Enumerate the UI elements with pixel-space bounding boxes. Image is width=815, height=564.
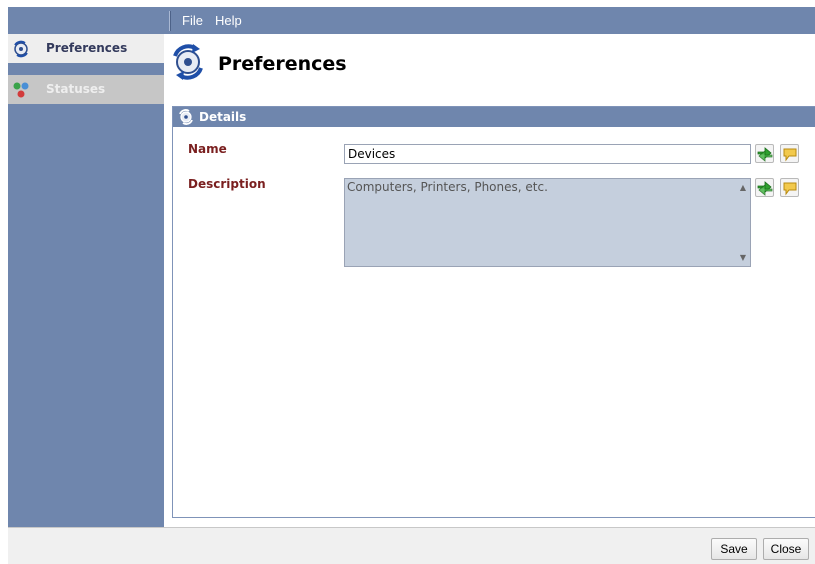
green-arrows-icon (757, 147, 773, 162)
description-comment-button[interactable] (780, 178, 799, 197)
scroll-up-icon[interactable]: ▲ (740, 183, 746, 192)
preferences-icon (14, 40, 28, 58)
menu-help[interactable]: Help (215, 13, 242, 28)
description-text: Computers, Printers, Phones, etc. (347, 180, 548, 194)
bottom-bar: Save Close (8, 527, 815, 564)
green-arrows-icon (757, 181, 773, 196)
sidebar-separator (8, 63, 164, 75)
name-apply-button[interactable] (755, 144, 774, 163)
menubar: File Help (164, 7, 815, 34)
description-field[interactable]: Computers, Printers, Phones, etc. ▲ ▼ (344, 178, 751, 267)
preferences-icon (173, 44, 203, 80)
details-header: Details (173, 107, 815, 127)
sidebar: Preferences Statuses (8, 34, 164, 527)
statuses-icon (13, 82, 29, 98)
sidebar-item-statuses[interactable]: Statuses (8, 75, 164, 104)
sidebar-item-label: Statuses (46, 82, 106, 96)
comment-icon (783, 182, 797, 196)
details-header-label: Details (199, 110, 247, 124)
description-apply-button[interactable] (755, 178, 774, 197)
page-title: Preferences (218, 53, 347, 75)
preferences-icon (179, 109, 193, 125)
name-comment-button[interactable] (780, 144, 799, 163)
name-label: Name (188, 142, 227, 156)
name-field[interactable] (344, 144, 751, 164)
sidebar-item-preferences[interactable]: Preferences (8, 34, 164, 63)
main-panel: Preferences Details Name Description (164, 34, 815, 527)
top-left-strip (8, 7, 164, 34)
scroll-down-icon[interactable]: ▼ (740, 253, 746, 262)
menubar-grip (169, 11, 171, 31)
description-label: Description (188, 177, 266, 191)
comment-icon (783, 148, 797, 162)
save-button[interactable]: Save (711, 538, 757, 560)
close-button[interactable]: Close (763, 538, 809, 560)
sidebar-item-label: Preferences (46, 41, 128, 55)
menu-file[interactable]: File (182, 13, 203, 28)
details-panel: Details Name Description Computers, Prin… (172, 106, 815, 518)
